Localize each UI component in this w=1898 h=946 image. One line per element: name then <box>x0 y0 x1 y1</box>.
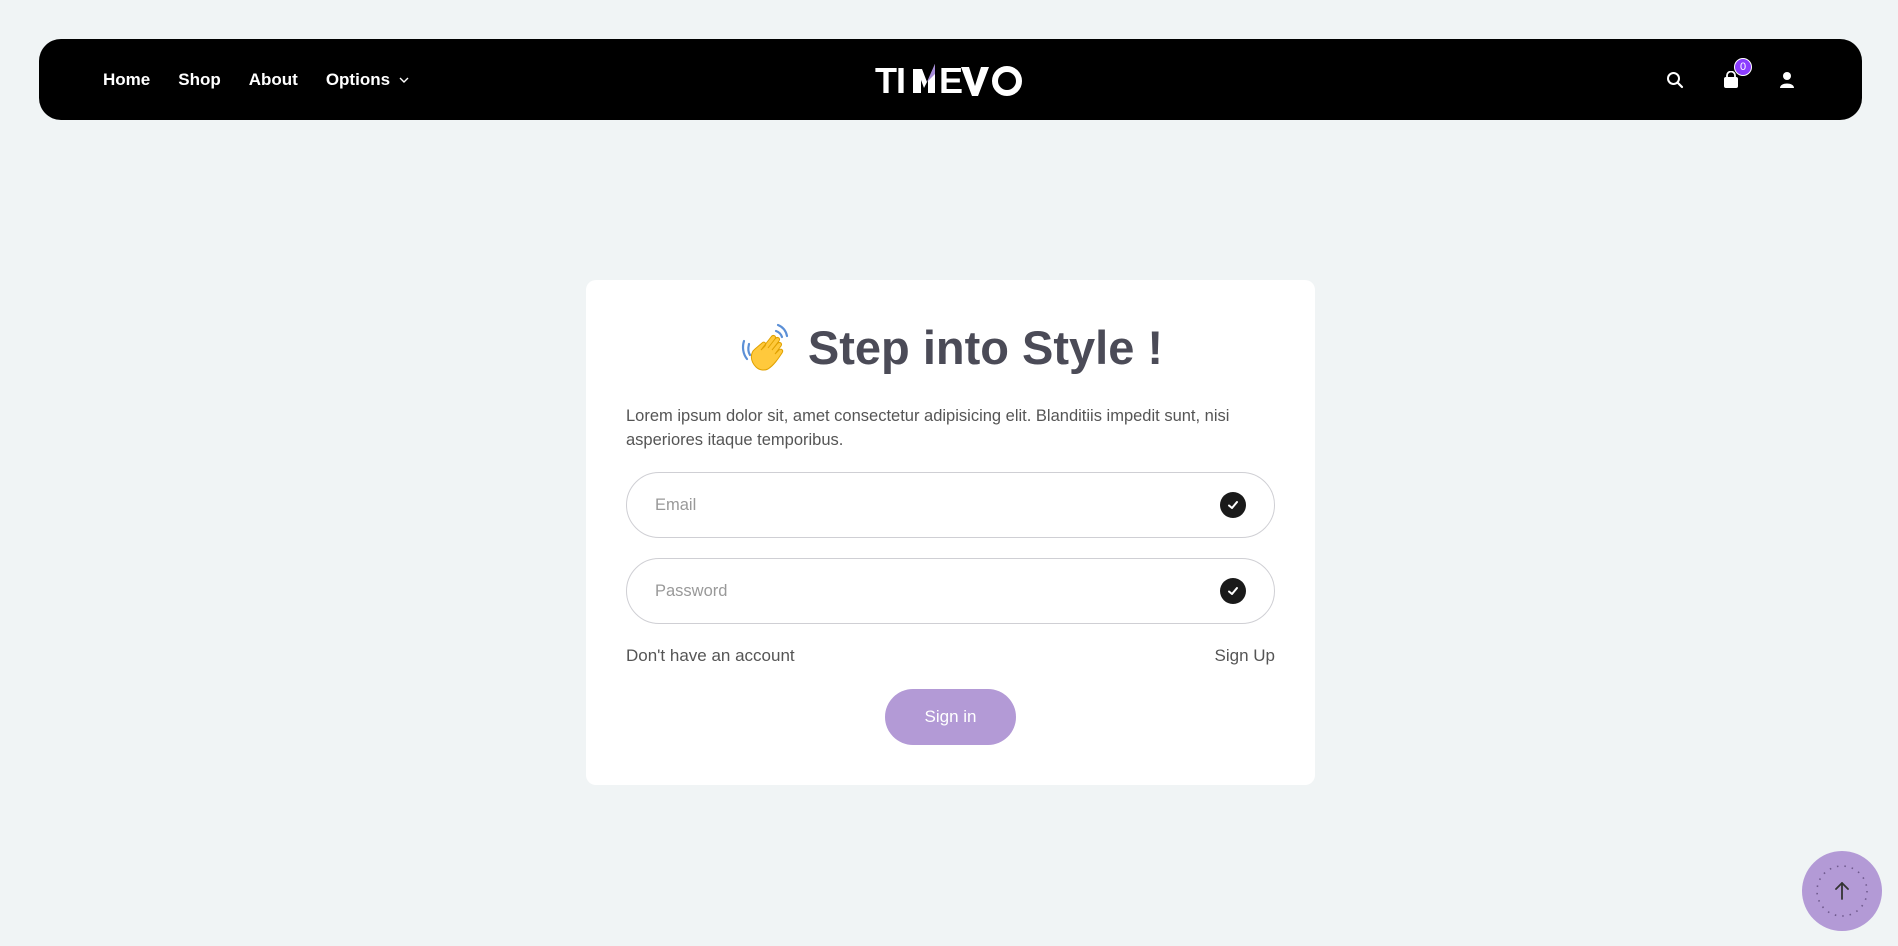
waving-hand-icon <box>741 323 789 371</box>
user-icon[interactable] <box>1776 69 1798 91</box>
check-circle-icon <box>1220 578 1246 604</box>
signin-button[interactable]: Sign in <box>885 689 1016 745</box>
nav-about-link[interactable]: About <box>249 70 298 90</box>
nav-options-label: Options <box>325 69 391 89</box>
scroll-to-top-button[interactable] <box>1802 851 1882 931</box>
navbar: Home Shop About Options TI E 0 <box>39 39 1862 120</box>
login-card: Step into Style ! Lorem ipsum dolor sit,… <box>586 280 1315 785</box>
search-icon[interactable] <box>1664 69 1686 91</box>
signup-link[interactable]: Sign Up <box>1215 646 1275 666</box>
nav-actions: 0 <box>1664 39 1798 120</box>
account-links: Don't have an account Sign Up <box>626 646 1275 666</box>
svg-text:E: E <box>939 60 962 100</box>
no-account-text: Don't have an account <box>626 646 795 665</box>
arrow-up-icon <box>1816 865 1868 917</box>
chevron-down-icon <box>399 77 409 83</box>
nav-home-link[interactable]: Home <box>103 70 150 90</box>
password-input[interactable] <box>655 581 1220 601</box>
main-nav: Home Shop About Options <box>103 39 410 120</box>
email-field[interactable] <box>626 472 1275 538</box>
check-circle-icon <box>1220 492 1246 518</box>
email-input[interactable] <box>655 495 1220 515</box>
login-heading: Step into Style ! <box>586 320 1315 375</box>
svg-text:TI: TI <box>875 60 905 100</box>
cart-count-badge: 0 <box>1734 57 1752 76</box>
nav-options-dropdown[interactable]: Options <box>326 70 410 90</box>
cart-button[interactable]: 0 <box>1720 57 1752 91</box>
password-field[interactable] <box>626 558 1275 624</box>
login-title: Step into Style ! <box>807 321 1164 374</box>
timevo-logo[interactable]: TI E <box>875 60 1027 100</box>
nav-shop-link[interactable]: Shop <box>178 70 221 90</box>
login-description: Lorem ipsum dolor sit, amet consectetur … <box>626 407 1230 449</box>
